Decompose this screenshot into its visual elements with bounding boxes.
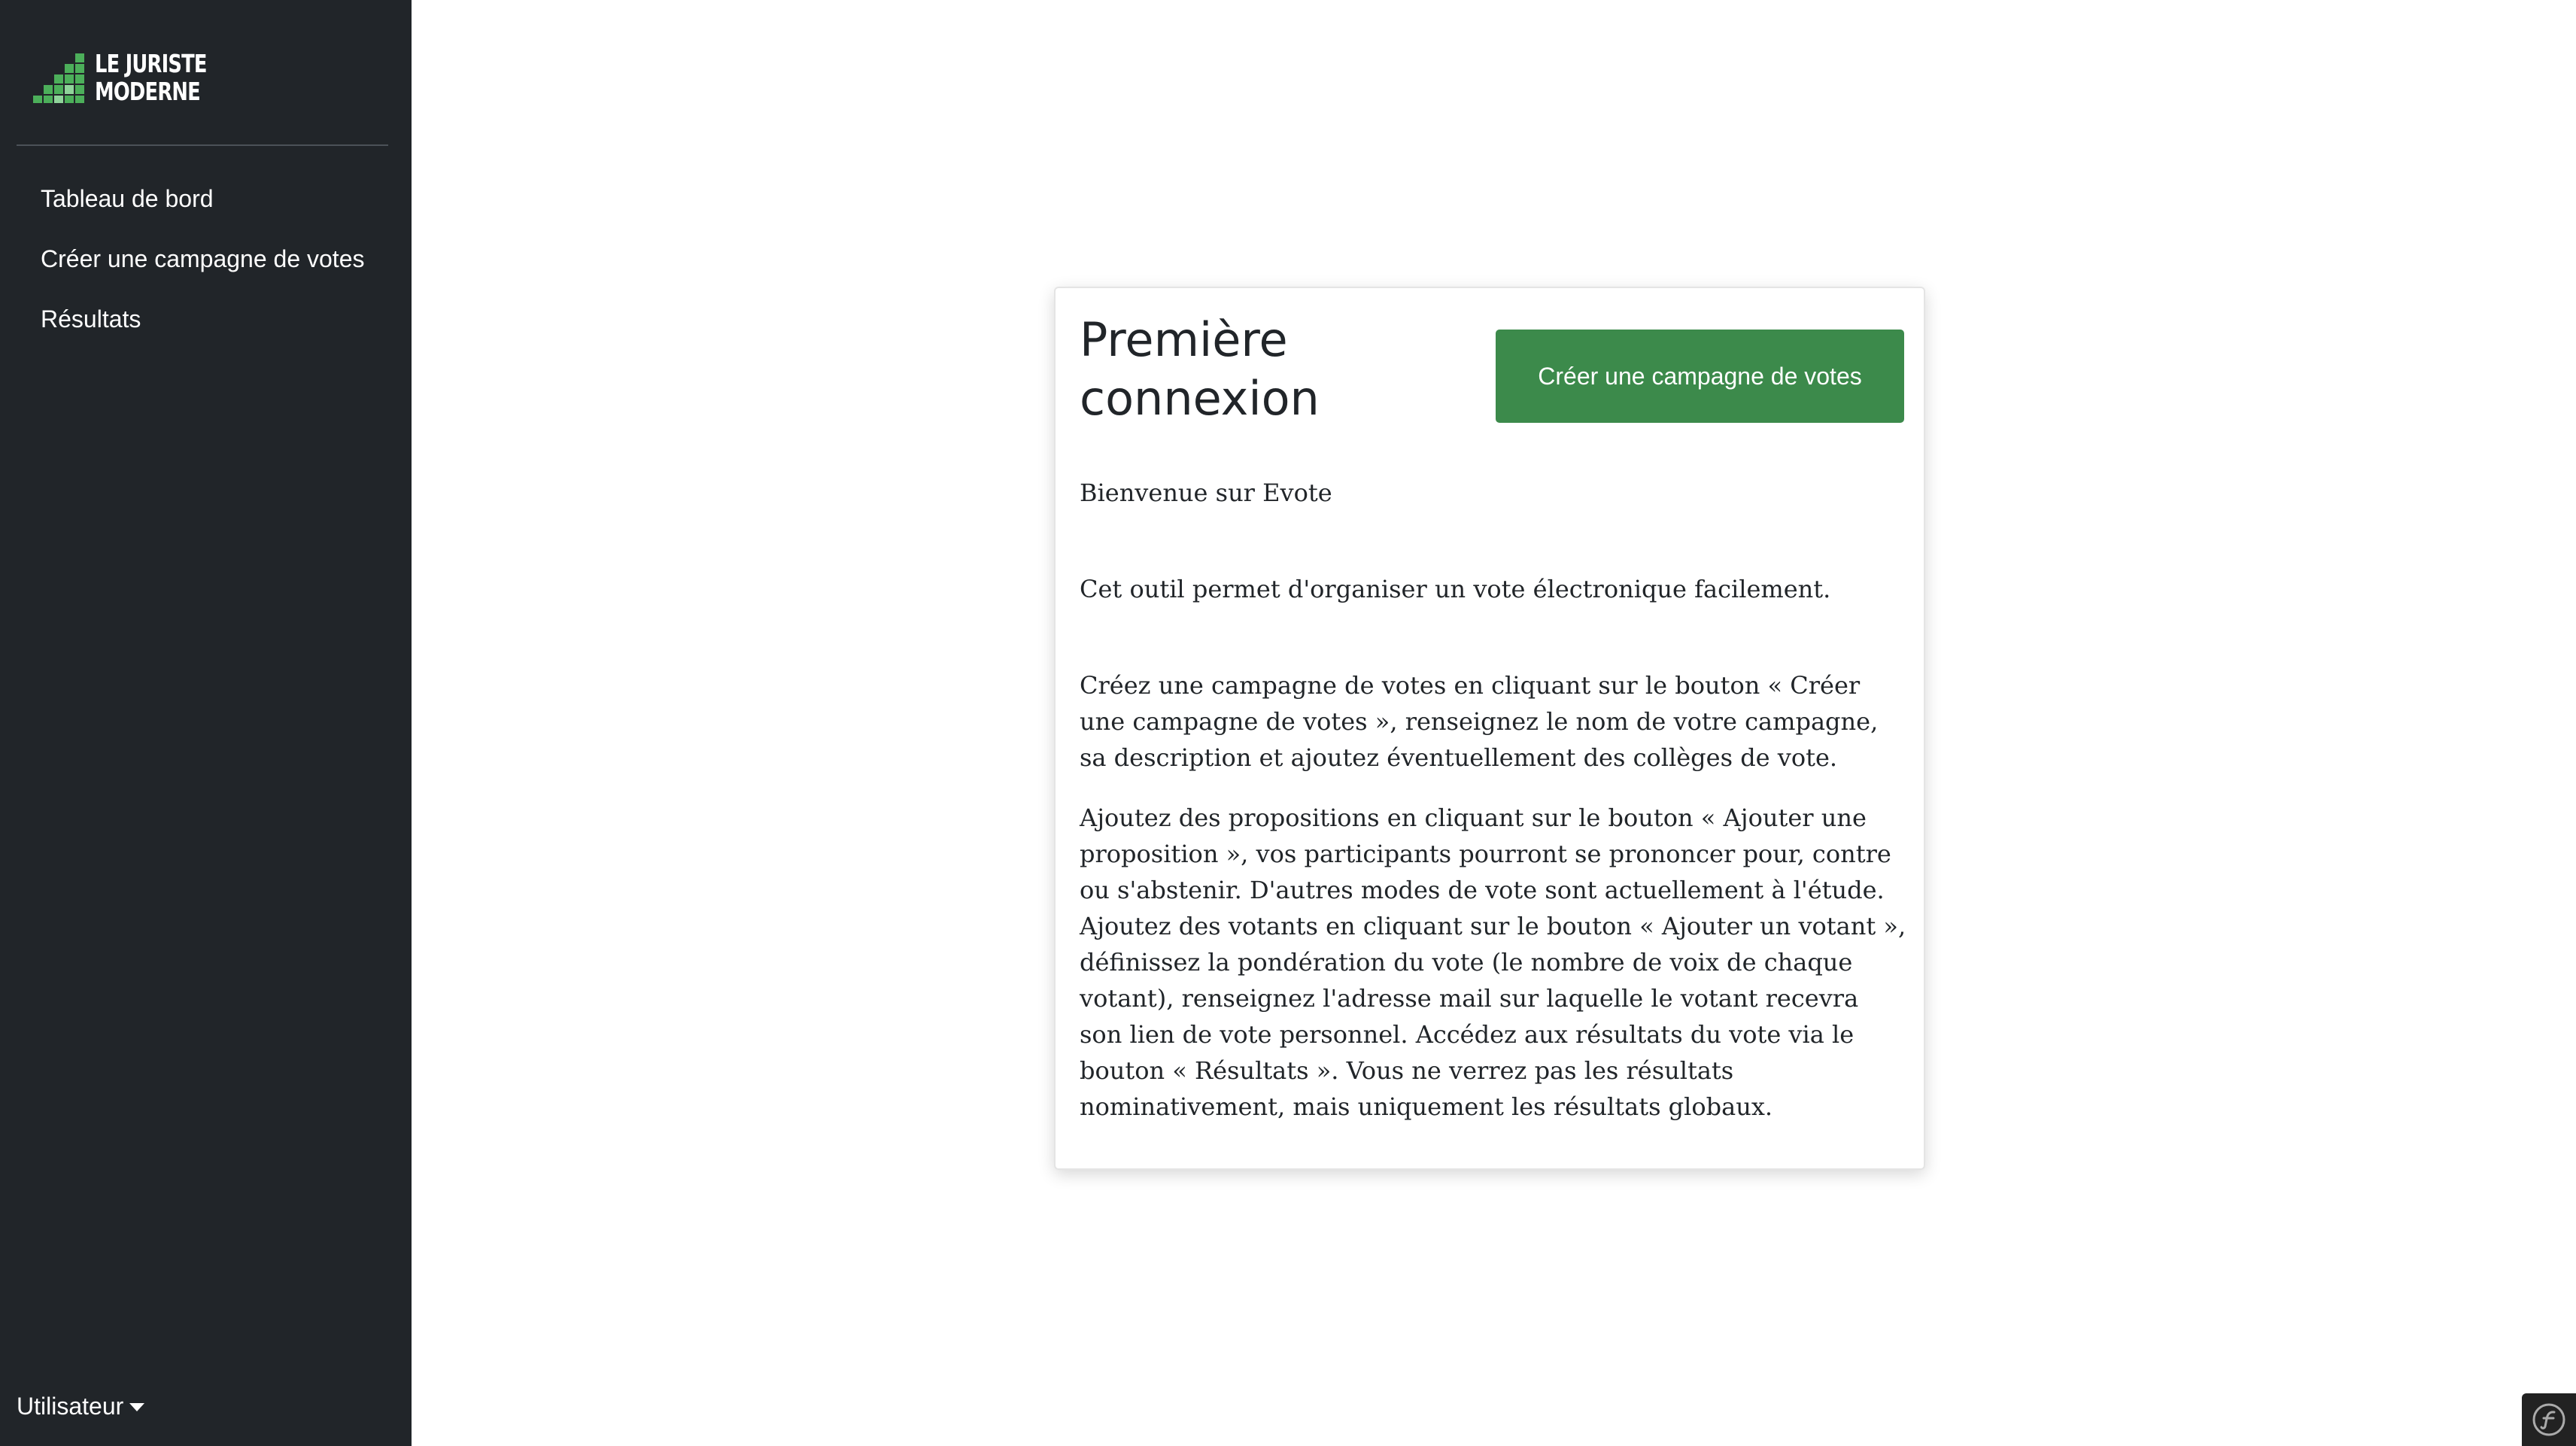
brand-name: LE JURISTE MODERNE — [95, 50, 207, 105]
sidebar-item-dashboard[interactable]: Tableau de bord — [41, 181, 364, 241]
stepped-squares-logo-icon — [33, 53, 84, 103]
propositions-instructions: Ajoutez des propositions en cliquant sur… — [1080, 804, 1906, 1121]
welcome-text: Bienvenue sur Evote — [1080, 478, 1332, 507]
caret-down-icon — [129, 1402, 145, 1411]
page-title: Première connexion — [1080, 312, 1320, 426]
create-campaign-button[interactable]: Créer une campagne de votes — [1496, 330, 1904, 423]
sidebar-divider — [17, 144, 388, 146]
brand-name-line1: LE JURISTE — [95, 49, 207, 78]
sidebar-item-results[interactable]: Résultats — [41, 301, 364, 361]
brand-logo[interactable]: LE JURISTE MODERNE — [32, 50, 238, 105]
intro-text: Cet outil permet d'organiser un vote éle… — [1080, 575, 1831, 603]
create-campaign-instructions: Créez une campagne de votes en cliquant … — [1080, 671, 1879, 772]
sidebar-item-create-campaign[interactable]: Créer une campagne de votes — [41, 241, 364, 301]
sidebar: LE JURISTE MODERNE Tableau de bord Créer… — [0, 0, 412, 1446]
brand-name-line2: MODERNE — [95, 77, 201, 106]
symfony-icon — [2532, 1403, 2565, 1436]
sidebar-nav: Tableau de bord Créer une campagne de vo… — [41, 181, 364, 361]
welcome-card: Première connexion Créer une campagne de… — [1054, 287, 1925, 1170]
debug-toolbar-toggle[interactable] — [2522, 1393, 2576, 1446]
user-menu-toggle[interactable]: Utilisateur — [17, 1388, 145, 1424]
user-menu-label: Utilisateur — [17, 1393, 124, 1420]
